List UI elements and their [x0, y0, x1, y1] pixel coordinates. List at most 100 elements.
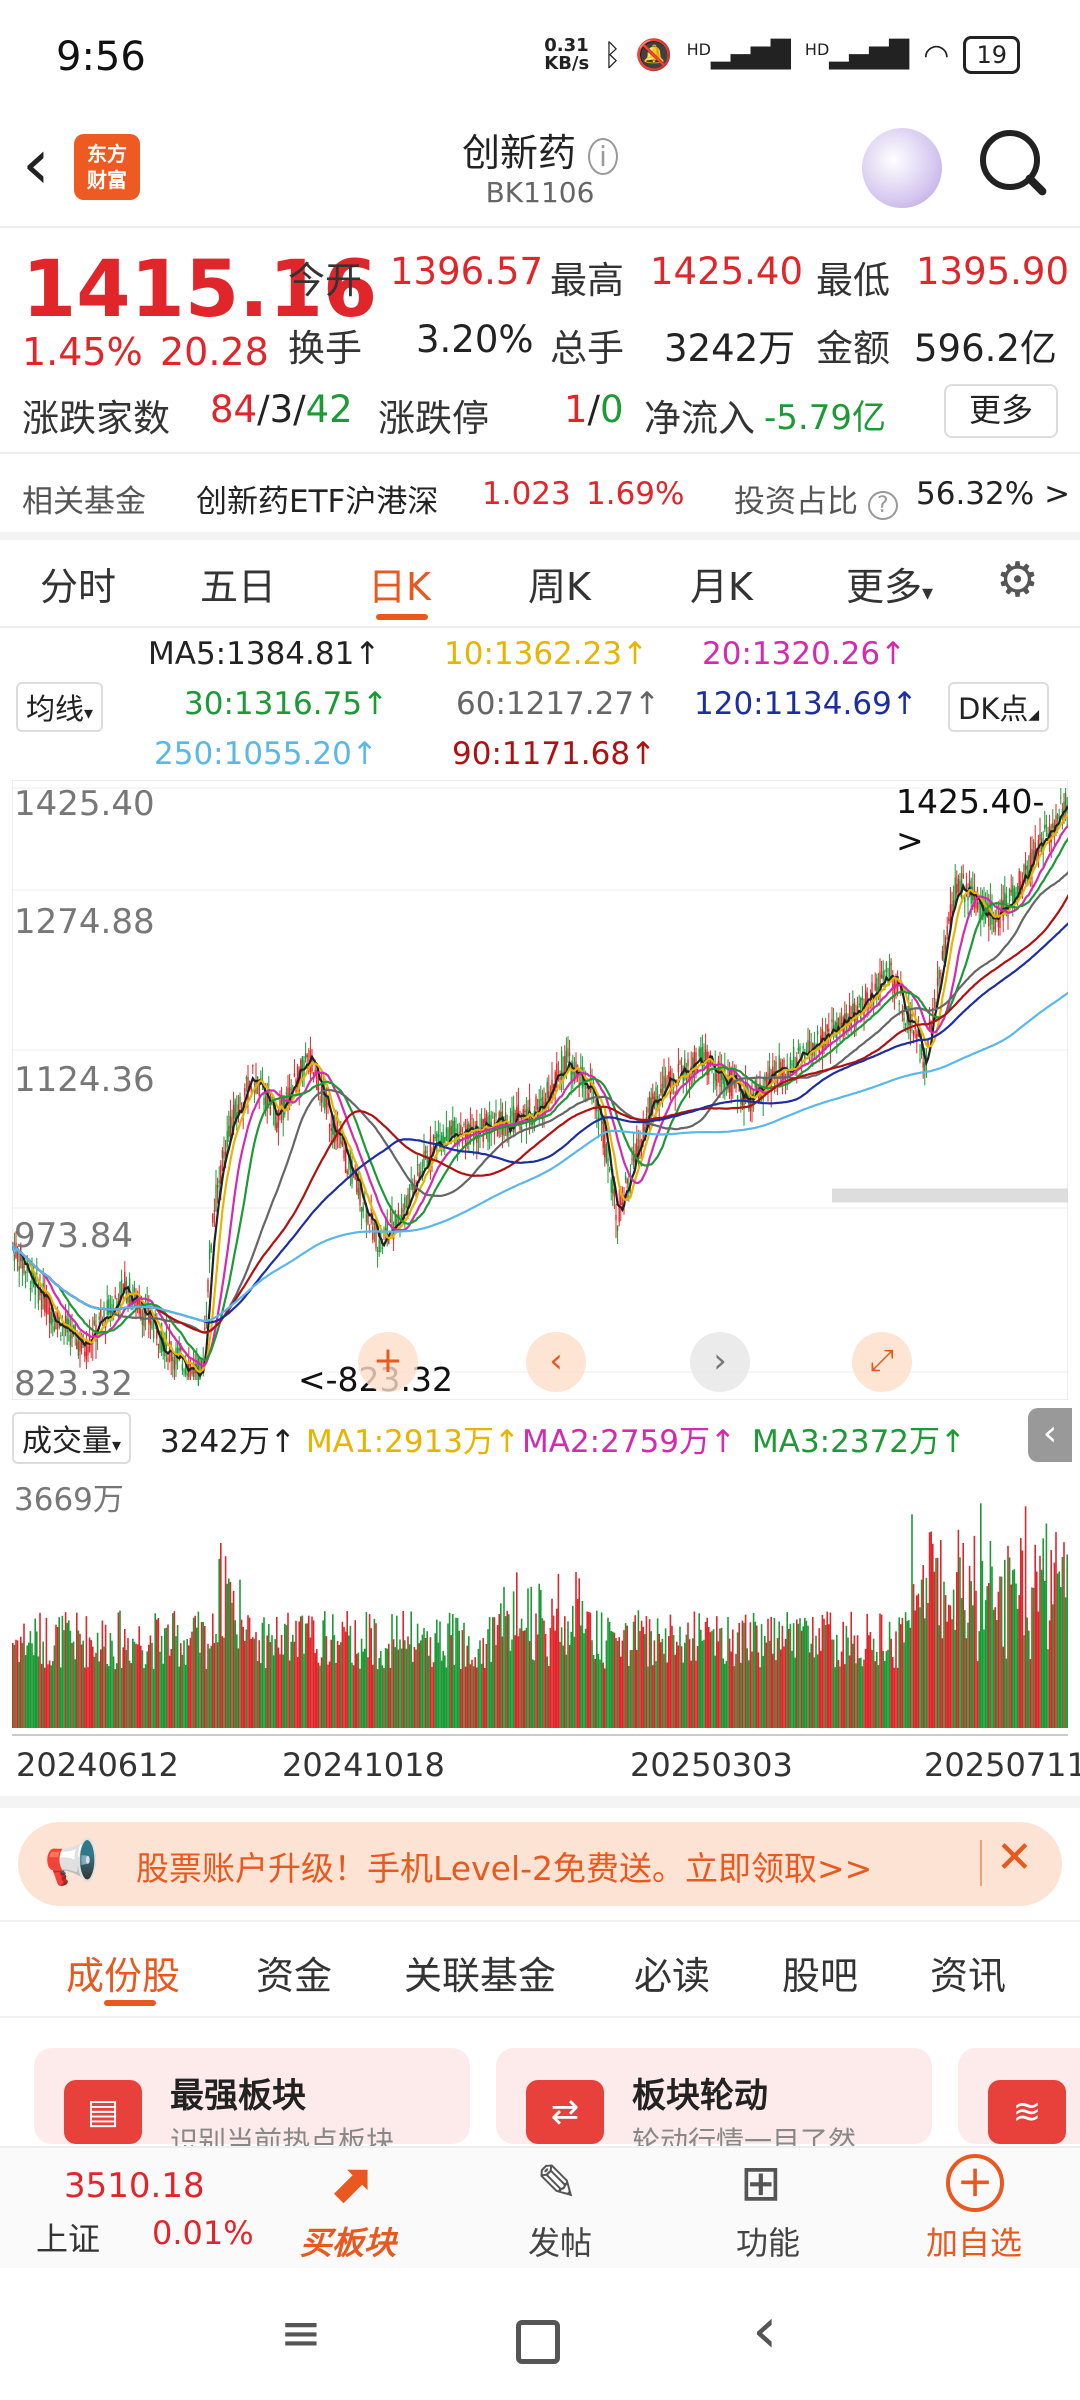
volume-bar: [661, 1638, 664, 1728]
volume-bar: [1005, 1658, 1008, 1728]
menu-icon[interactable]: ≡: [280, 2304, 322, 2362]
candle-body: [442, 1132, 444, 1143]
scroll-right-icon[interactable]: ›: [690, 1332, 750, 1392]
volume-bar: [80, 1644, 83, 1728]
function-icon[interactable]: ⊞: [740, 2154, 782, 2212]
card-strongest-sector[interactable]: ▤ 最强板块 识别当前热点板块: [34, 2048, 470, 2158]
ma-selector[interactable]: 均线▾: [16, 682, 104, 732]
tab-forum[interactable]: 股吧: [782, 1945, 858, 2000]
tab-five-day[interactable]: 五日: [200, 556, 276, 611]
volume-bar: [589, 1612, 592, 1728]
tab-constituents[interactable]: 成份股: [66, 1945, 180, 2000]
volume-bar: [308, 1615, 310, 1728]
tab-news[interactable]: 资讯: [930, 1945, 1006, 2000]
volume-bar: [413, 1646, 416, 1728]
dk-point-selector[interactable]: DK点◢: [948, 682, 1050, 732]
buy-sector-icon[interactable]: ⬈: [316, 2154, 384, 2214]
volume-bar: [551, 1598, 553, 1728]
volume-bar: [784, 1638, 787, 1728]
candle-body: [936, 978, 939, 986]
fund-name[interactable]: 创新药ETF沪港深: [196, 476, 438, 521]
volume-bar: [927, 1602, 929, 1728]
tab-weekly-k[interactable]: 周K: [528, 556, 591, 611]
collapse-panel-icon[interactable]: ‹: [1028, 1408, 1072, 1462]
card-sector-rotation[interactable]: ⇄ 板块轮动 轮动行情一目了然: [496, 2048, 932, 2158]
breadth-label: 涨跌家数: [22, 397, 170, 440]
divider: [980, 1840, 982, 1886]
tab-funds[interactable]: 资金: [256, 1945, 332, 2000]
scroll-left-icon[interactable]: ‹: [526, 1332, 586, 1392]
index-value[interactable]: 3510.18: [64, 2166, 205, 2206]
volume-bar: [700, 1629, 702, 1728]
bottom-nav: 3510.18 上证 0.01% ⬈ 买板块 ✎ 发帖 ⊞ 功能 + 加自选: [0, 2146, 1080, 2270]
volume-bar: [770, 1616, 772, 1728]
volume-bar: [52, 1661, 54, 1728]
volume-bar: [191, 1631, 193, 1728]
tab-must-read[interactable]: 必读: [634, 1945, 710, 2000]
volume-bar: [978, 1631, 980, 1728]
volume-indicator-selector[interactable]: 成交量▾: [12, 1412, 132, 1464]
volume-bar: [560, 1627, 563, 1728]
related-fund-row[interactable]: 相关基金 创新药ETF沪港深 1.023 1.69% 投资占比 ? 56.32%…: [0, 460, 1080, 530]
volume-bar: [207, 1643, 209, 1728]
candle-body: [608, 1169, 611, 1171]
volume-bar: [469, 1664, 472, 1728]
volume-bar: [565, 1654, 568, 1728]
tab-monthly-k[interactable]: 月K: [690, 556, 753, 611]
volume-bar: [917, 1593, 920, 1728]
buy-sector-label[interactable]: 买板块: [300, 2218, 396, 2264]
volume-max-label: 3669万: [14, 1482, 124, 1518]
volume-bar: [860, 1657, 862, 1728]
volume-bar: [909, 1627, 912, 1728]
kline-svg: [12, 780, 1068, 1400]
signal-icon: HD▂▄▆█: [804, 40, 910, 70]
search-icon[interactable]: [980, 130, 1040, 190]
post-icon[interactable]: ✎: [536, 2154, 578, 2212]
index-name[interactable]: 上证: [36, 2214, 100, 2260]
add-watchlist-label[interactable]: 加自选: [926, 2218, 1022, 2264]
volume-bar: [44, 1667, 46, 1728]
zoom-in-icon[interactable]: +: [358, 1332, 418, 1392]
volume-bar: [354, 1620, 356, 1728]
tab-intraday[interactable]: 分时: [40, 556, 116, 611]
volume-bar: [840, 1651, 843, 1728]
volume-bar: [343, 1627, 345, 1728]
robot-assistant-icon[interactable]: [862, 128, 942, 208]
volume-bar: [288, 1660, 291, 1728]
home-icon[interactable]: [516, 2320, 560, 2364]
function-label[interactable]: 功能: [736, 2218, 800, 2264]
tab-daily-k[interactable]: 日K: [368, 556, 431, 611]
volume-bar: [224, 1556, 227, 1728]
volume-bar: [301, 1615, 304, 1728]
candle-body: [204, 1327, 206, 1330]
index-pct[interactable]: 0.01%: [152, 2214, 254, 2252]
volume-bar: [61, 1615, 64, 1728]
candle-body: [1016, 885, 1019, 894]
volume-bar: [392, 1639, 395, 1728]
close-icon[interactable]: ✕: [996, 1832, 1033, 1883]
kline-chart[interactable]: 1425.40 1274.88 1124.36 973.84 823.32 14…: [12, 780, 1068, 1404]
promo-banner[interactable]: 📢 股票账户升级！手机Level-2免费送。立即领取>> ✕: [18, 1822, 1062, 1906]
candle-body: [53, 1326, 56, 1331]
candle-body: [29, 1287, 32, 1290]
tab-more[interactable]: 更多▾: [846, 556, 933, 611]
chart-border: [12, 780, 1068, 1400]
volume-bar: [887, 1649, 889, 1728]
tab-related-funds[interactable]: 关联基金: [404, 1945, 556, 2000]
candle-body: [360, 1207, 363, 1213]
card-partial[interactable]: ≋: [958, 2048, 1080, 2144]
add-watchlist-icon[interactable]: +: [946, 2154, 1004, 2212]
back-nav-icon[interactable]: ‹: [752, 2294, 778, 2368]
post-label[interactable]: 发帖: [528, 2218, 592, 2264]
banner-text[interactable]: 股票账户升级！手机Level-2免费送。立即领取>>: [136, 1842, 872, 1890]
expand-icon[interactable]: ⤢: [852, 1332, 912, 1392]
volume-bar: [514, 1635, 516, 1728]
volume-chart[interactable]: 3669万: [12, 1460, 1068, 1730]
volume-bar: [533, 1660, 536, 1728]
candle-body: [340, 1136, 342, 1144]
volume-bar: [404, 1640, 406, 1728]
gear-icon[interactable]: ⚙: [996, 552, 1039, 608]
candle-body: [736, 1095, 739, 1099]
more-button[interactable]: 更多: [944, 384, 1058, 438]
volume-bar: [674, 1654, 676, 1728]
